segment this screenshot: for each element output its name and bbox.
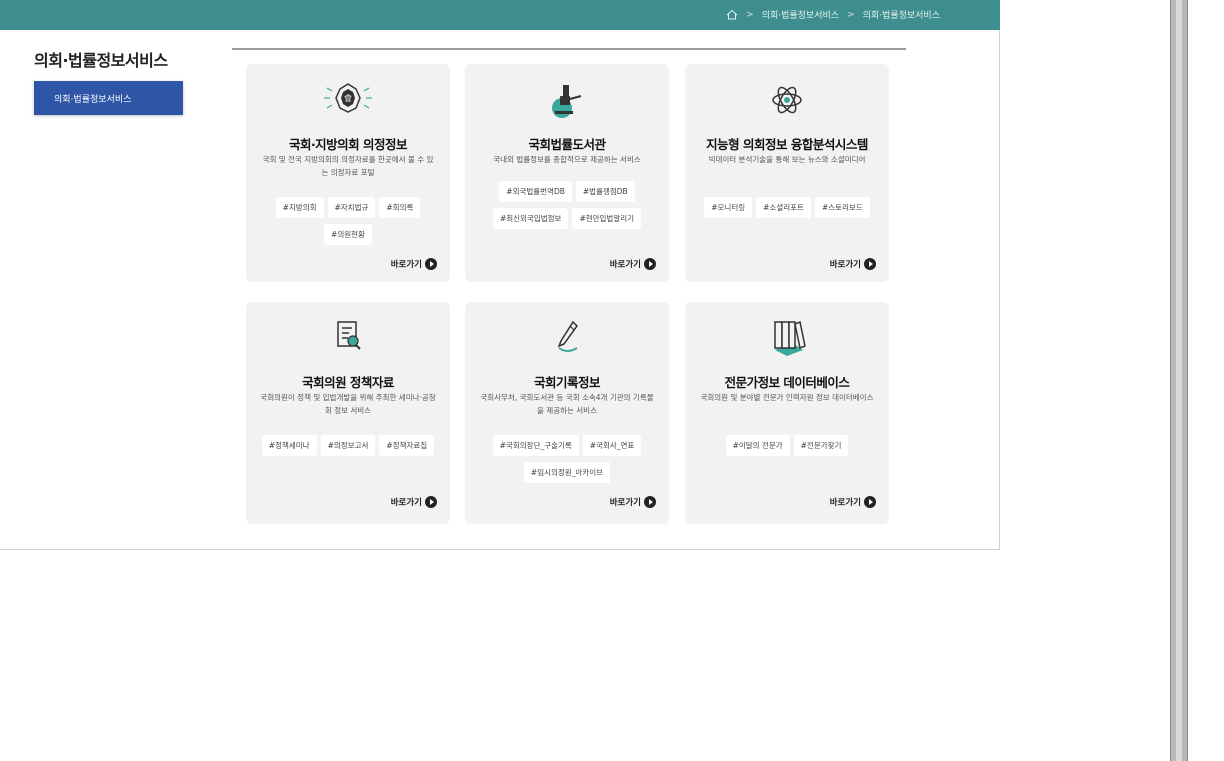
- service-card-law-library[interactable]: 국회법률도서관 국내외 법률정보를 종합적으로 제공하는 서비스 #외국법률번역…: [465, 64, 669, 282]
- service-card-policy-materials[interactable]: 국회의원 정책자료 국회의원이 정책 및 입법개발을 위해 주최한 세미나·공청…: [246, 302, 450, 524]
- page-frame: > 의회·법률정보서비스 > 의회·법률정보서비스 의회·법률정보서비스 의회·…: [0, 0, 1000, 550]
- service-card-assembly-info[interactable]: 會 국회·지방의회 의정정보 국회 및 전국 지방의회의 의정자료를 한곳에서 …: [246, 64, 450, 282]
- go-label: 바로가기: [609, 498, 641, 508]
- tag-item[interactable]: #외국법률번역DB: [499, 181, 572, 202]
- tag-item[interactable]: #소셜리포트: [756, 197, 811, 218]
- svg-text:會: 會: [344, 93, 352, 103]
- card-description: 국회사무처, 국회도서관 등 국회 소속4개 기관의 기록물을 제공하는 서비스: [480, 393, 654, 415]
- go-link[interactable]: 바로가기: [391, 496, 437, 508]
- tag-list: #지방의회 #자치법규 #회의록 #의원현황: [256, 197, 440, 245]
- pen-icon: [465, 318, 669, 358]
- go-link[interactable]: 바로가기: [610, 496, 656, 508]
- card-title: 전문가정보 데이터베이스: [724, 375, 850, 390]
- service-card-expert-db[interactable]: 전문가정보 데이터베이스 국회의원 및 분야별 전문가 인력자원 정보 데이터베…: [685, 302, 889, 524]
- tag-item[interactable]: #스토리보드: [814, 197, 870, 218]
- go-label: 바로가기: [609, 260, 641, 270]
- card-title: 국회법률도서관: [528, 137, 606, 152]
- tag-item[interactable]: #정책세미나: [261, 435, 317, 456]
- tag-item[interactable]: #현안입법알리기: [572, 208, 642, 229]
- tag-item[interactable]: #국회의장단_구술기록: [492, 435, 579, 456]
- card-description: 빅데이터 분석기술을 통해 보는 뉴스와 소셜미디어: [708, 155, 866, 164]
- sidebar-item-legal-info[interactable]: 의회·법률정보서비스: [34, 81, 183, 115]
- play-arrow-icon: [425, 496, 437, 508]
- tag-item[interactable]: #정책자료집: [379, 435, 435, 456]
- service-card-analysis-system[interactable]: 지능형 의회정보 융합분석시스템 빅데이터 분석기술을 통해 보는 뉴스와 소셜…: [685, 64, 889, 282]
- content-divider: [232, 48, 906, 50]
- card-title: 지능형 의회정보 융합분석시스템: [706, 137, 868, 152]
- tag-item[interactable]: #의원현황: [324, 224, 372, 245]
- go-link[interactable]: 바로가기: [610, 258, 656, 270]
- document-search-icon: [246, 318, 450, 358]
- tag-item[interactable]: #임시의정원_아카이브: [523, 462, 611, 483]
- tag-item[interactable]: #모니터링: [704, 197, 753, 218]
- breadcrumb-item-2[interactable]: 의회·법률정보서비스: [863, 8, 940, 21]
- go-label: 바로가기: [390, 498, 422, 508]
- play-arrow-icon: [644, 496, 656, 508]
- home-icon[interactable]: [726, 9, 738, 20]
- go-label: 바로가기: [829, 498, 861, 508]
- play-arrow-icon: [864, 496, 876, 508]
- top-bar: > 의회·법률정보서비스 > 의회·법률정보서비스: [0, 0, 1000, 30]
- gavel-icon: [465, 80, 669, 120]
- tag-item[interactable]: #회의록: [379, 197, 421, 218]
- go-link[interactable]: 바로가기: [830, 258, 876, 270]
- breadcrumb: > 의회·법률정보서비스 > 의회·법률정보서비스: [726, 8, 940, 21]
- card-description: 국회 및 전국 지방의회의 의정자료를 한곳에서 볼 수 있는 의정자료 포털: [262, 155, 434, 177]
- tag-item[interactable]: #법률쟁점DB: [575, 181, 635, 202]
- breadcrumb-separator: >: [847, 9, 855, 20]
- play-arrow-icon: [864, 258, 876, 270]
- atom-icon: [685, 80, 889, 120]
- card-description: 국회의원 및 분야별 전문가 인력자원 정보 데이터베이스: [700, 393, 874, 402]
- tag-item[interactable]: #지방의회: [275, 197, 324, 218]
- play-arrow-icon: [425, 258, 437, 270]
- document-margin-bar: [1170, 0, 1188, 761]
- sidebar-title: 의회·법률정보서비스: [34, 51, 168, 70]
- go-label: 바로가기: [829, 260, 861, 270]
- margin-bar-inner: [1176, 0, 1182, 761]
- go-link[interactable]: 바로가기: [830, 496, 876, 508]
- card-description: 국회의원이 정책 및 입법개발을 위해 주최한 세미나·공청회 정보 서비스: [260, 393, 436, 415]
- tag-item[interactable]: #전문가찾기: [793, 435, 849, 456]
- assembly-emblem-icon: 會: [246, 80, 450, 120]
- card-title: 국회기록정보: [533, 375, 601, 390]
- breadcrumb-separator: >: [746, 9, 754, 20]
- service-card-records[interactable]: 국회기록정보 국회사무처, 국회도서관 등 국회 소속4개 기관의 기록물을 제…: [465, 302, 669, 524]
- tag-list: #모니터링 #소셜리포트 #스토리보드: [695, 197, 879, 218]
- tag-item[interactable]: #이달의 전문가: [725, 435, 790, 456]
- tag-list: #국회의장단_구술기록 #국회사_연표 #임시의정원_아카이브: [475, 435, 659, 483]
- books-icon: [685, 318, 889, 358]
- tag-list: #외국법률번역DB #법률쟁점DB #최신외국입법정보 #현안입법알리기: [475, 181, 659, 229]
- tag-list: #이달의 전문가 #전문가찾기: [695, 435, 879, 456]
- tag-item[interactable]: #의정보고서: [320, 435, 376, 456]
- go-link[interactable]: 바로가기: [391, 258, 437, 270]
- play-arrow-icon: [644, 258, 656, 270]
- card-description: 국내외 법률정보를 종합적으로 제공하는 서비스: [493, 155, 641, 164]
- card-title: 국회의원 정책자료: [302, 375, 394, 390]
- tag-list: #정책세미나 #의정보고서 #정책자료집: [256, 435, 440, 456]
- tag-item[interactable]: #국회사_연표: [582, 435, 642, 456]
- tag-item[interactable]: #최신외국입법정보: [492, 208, 569, 229]
- go-label: 바로가기: [390, 260, 422, 270]
- breadcrumb-item-1[interactable]: 의회·법률정보서비스: [762, 8, 839, 21]
- tag-item[interactable]: #자치법규: [327, 197, 376, 218]
- card-title: 국회·지방의회 의정정보: [288, 137, 408, 152]
